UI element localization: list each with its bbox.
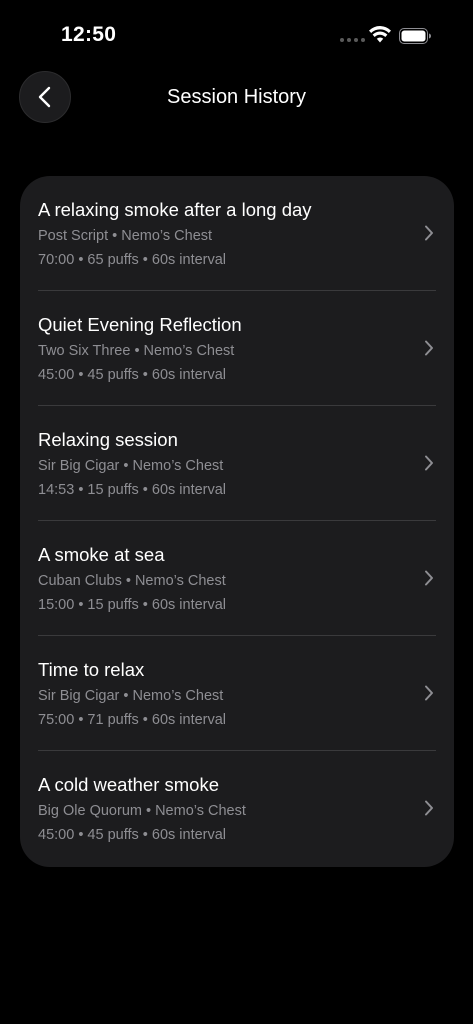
session-stats: 45:00 • 45 puffs • 60s interval [38,827,227,843]
session-row[interactable]: A cold weather smoke Big Ole Quorum • Ne… [20,751,454,866]
session-row[interactable]: Quiet Evening Reflection Two Six Three •… [20,291,454,406]
session-stats: 15:00 • 15 puffs • 60s interval [38,597,227,613]
wifi-icon [369,26,391,43]
chevron-right-icon [425,455,433,471]
session-stats: 14:53 • 15 puffs • 60s interval [38,482,227,498]
signal-dots-icon [340,38,365,42]
chevron-right-icon [425,340,433,356]
page-title: Session History [167,86,306,108]
session-stats: 45:00 • 45 puffs • 60s interval [38,367,227,383]
session-title: A relaxing smoke after a long day [38,199,312,220]
chevron-right-icon [425,685,433,701]
session-stats: 70:00 • 65 puffs • 60s interval [38,252,227,268]
session-cigar-humidor: Sir Big Cigar • Nemo’s Chest [38,688,224,704]
session-row[interactable]: Relaxing session Sir Big Cigar • Nemo’s … [20,406,454,521]
session-cigar-humidor: Big Ole Quorum • Nemo’s Chest [38,803,246,819]
session-history-list: A relaxing smoke after a long day Post S… [20,176,454,867]
session-row[interactable]: A smoke at sea Cuban Clubs • Nemo’s Ches… [20,521,454,636]
session-title: A cold weather smoke [38,774,219,795]
session-row[interactable]: A relaxing smoke after a long day Post S… [20,176,454,291]
chevron-right-icon [425,570,433,586]
chevron-right-icon [425,800,433,816]
session-title: Relaxing session [38,429,178,450]
chevron-right-icon [425,225,433,241]
session-title: Time to relax [38,659,145,680]
status-time: 12:50 [61,23,117,46]
battery-icon [399,28,431,44]
session-cigar-humidor: Cuban Clubs • Nemo’s Chest [38,573,226,589]
session-cigar-humidor: Sir Big Cigar • Nemo’s Chest [38,458,224,474]
session-title: Quiet Evening Reflection [38,314,242,335]
status-bar: 12:50 [0,0,473,70]
session-stats: 75:00 • 71 puffs • 60s interval [38,712,227,728]
session-cigar-humidor: Post Script • Nemo’s Chest [38,228,213,244]
session-title: A smoke at sea [38,544,165,565]
session-cigar-humidor: Two Six Three • Nemo’s Chest [38,343,235,359]
session-row[interactable]: Time to relax Sir Big Cigar • Nemo’s Che… [20,636,454,751]
session-history-screen: 12:50 Session History A relaxing smoke a… [0,0,473,1024]
